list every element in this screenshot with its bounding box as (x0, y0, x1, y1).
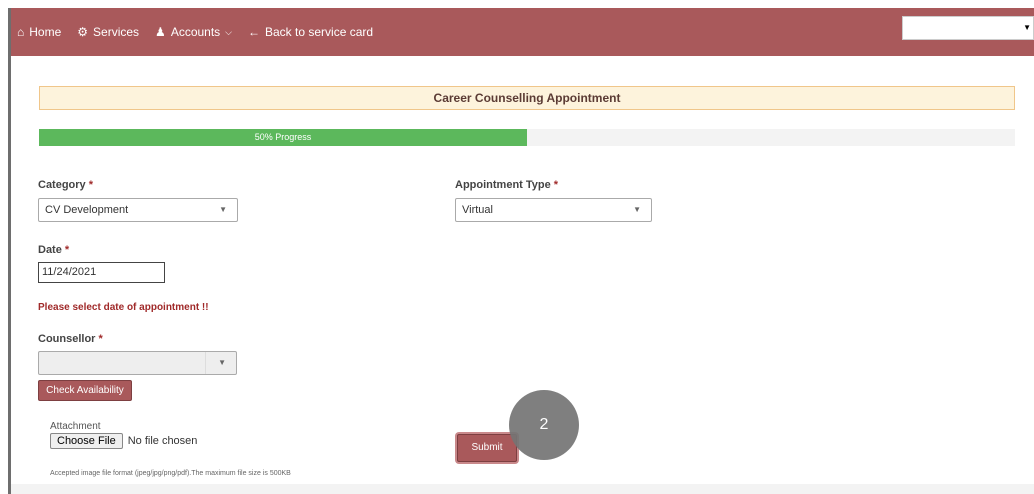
chevron-down-icon: ▼ (218, 358, 226, 367)
appointment-type-label: Appointment Type * (455, 179, 558, 191)
nav-back-to-service-card[interactable]: ← Back to service card (248, 25, 373, 39)
nav-accounts[interactable]: ♟ Accounts ⌵ (155, 25, 232, 39)
attachment-label: Attachment (50, 421, 101, 432)
form-title: Career Counselling Appointment (39, 86, 1015, 110)
appointment-type-select-value: Virtual (462, 204, 493, 216)
category-label-text: Category (38, 179, 86, 191)
required-marker: * (553, 179, 559, 191)
nav-back-label: Back to service card (265, 25, 374, 39)
caret-down-icon: ▼ (1023, 23, 1031, 32)
date-input[interactable]: 11/24/2021 (38, 262, 165, 283)
category-select[interactable]: CV Development ▼ (38, 198, 238, 222)
window-frame-left (0, 8, 8, 494)
chevron-down-icon: ⌵ (225, 26, 232, 37)
nav-services[interactable]: ⚙ Services (77, 25, 139, 39)
counsellor-label-text: Counsellor (38, 333, 96, 345)
progress-fill: 50% Progress (39, 129, 527, 146)
appointment-type-select[interactable]: Virtual ▼ (455, 198, 652, 222)
nav-home-label: Home (29, 25, 62, 39)
home-icon: ⌂ (17, 25, 25, 39)
check-availability-button[interactable]: Check Availability (38, 380, 132, 401)
arrow-left-icon: ← (248, 25, 260, 39)
cogs-icon: ⚙ (77, 25, 89, 39)
category-select-value: CV Development (45, 204, 129, 216)
window-frame-top (0, 0, 1034, 8)
no-file-text: No file chosen (127, 435, 198, 447)
choose-file-button[interactable]: Choose File (50, 433, 123, 449)
submit-button[interactable]: Submit (457, 434, 517, 462)
nav-dropdown[interactable]: ▼ (902, 16, 1034, 40)
required-marker: * (98, 333, 103, 345)
counsellor-label: Counsellor * (38, 333, 103, 345)
nav-home[interactable]: ⌂ Home (17, 25, 61, 39)
nav-accounts-label: Accounts (170, 25, 221, 39)
date-label: Date * (38, 244, 69, 256)
accepted-formats-note: Accepted image file format (jpeg/jpg/png… (50, 470, 291, 477)
appointment-type-label-text: Appointment Type (455, 179, 551, 191)
category-label: Category * (38, 179, 93, 191)
required-marker: * (88, 179, 94, 191)
file-input: Choose File No file chosen (50, 433, 197, 449)
counsellor-select[interactable]: ▼ (38, 351, 237, 375)
top-navbar: ⌂ Home ⚙ Services ♟ Accounts ⌵ ← Back to… (11, 8, 1034, 56)
select-divider (205, 352, 206, 374)
date-error-message: Please select date of appointment !! (38, 302, 209, 313)
step-indicator: 2 (509, 390, 579, 460)
required-marker: * (64, 244, 70, 256)
progress-bar: 50% Progress (39, 129, 1015, 146)
chevron-down-icon: ▼ (219, 205, 227, 214)
chevron-down-icon: ▼ (633, 205, 641, 214)
page-bottom-band (11, 484, 1034, 494)
date-label-text: Date (38, 244, 62, 256)
nav-services-label: Services (93, 25, 140, 39)
user-icon: ♟ (155, 25, 166, 39)
